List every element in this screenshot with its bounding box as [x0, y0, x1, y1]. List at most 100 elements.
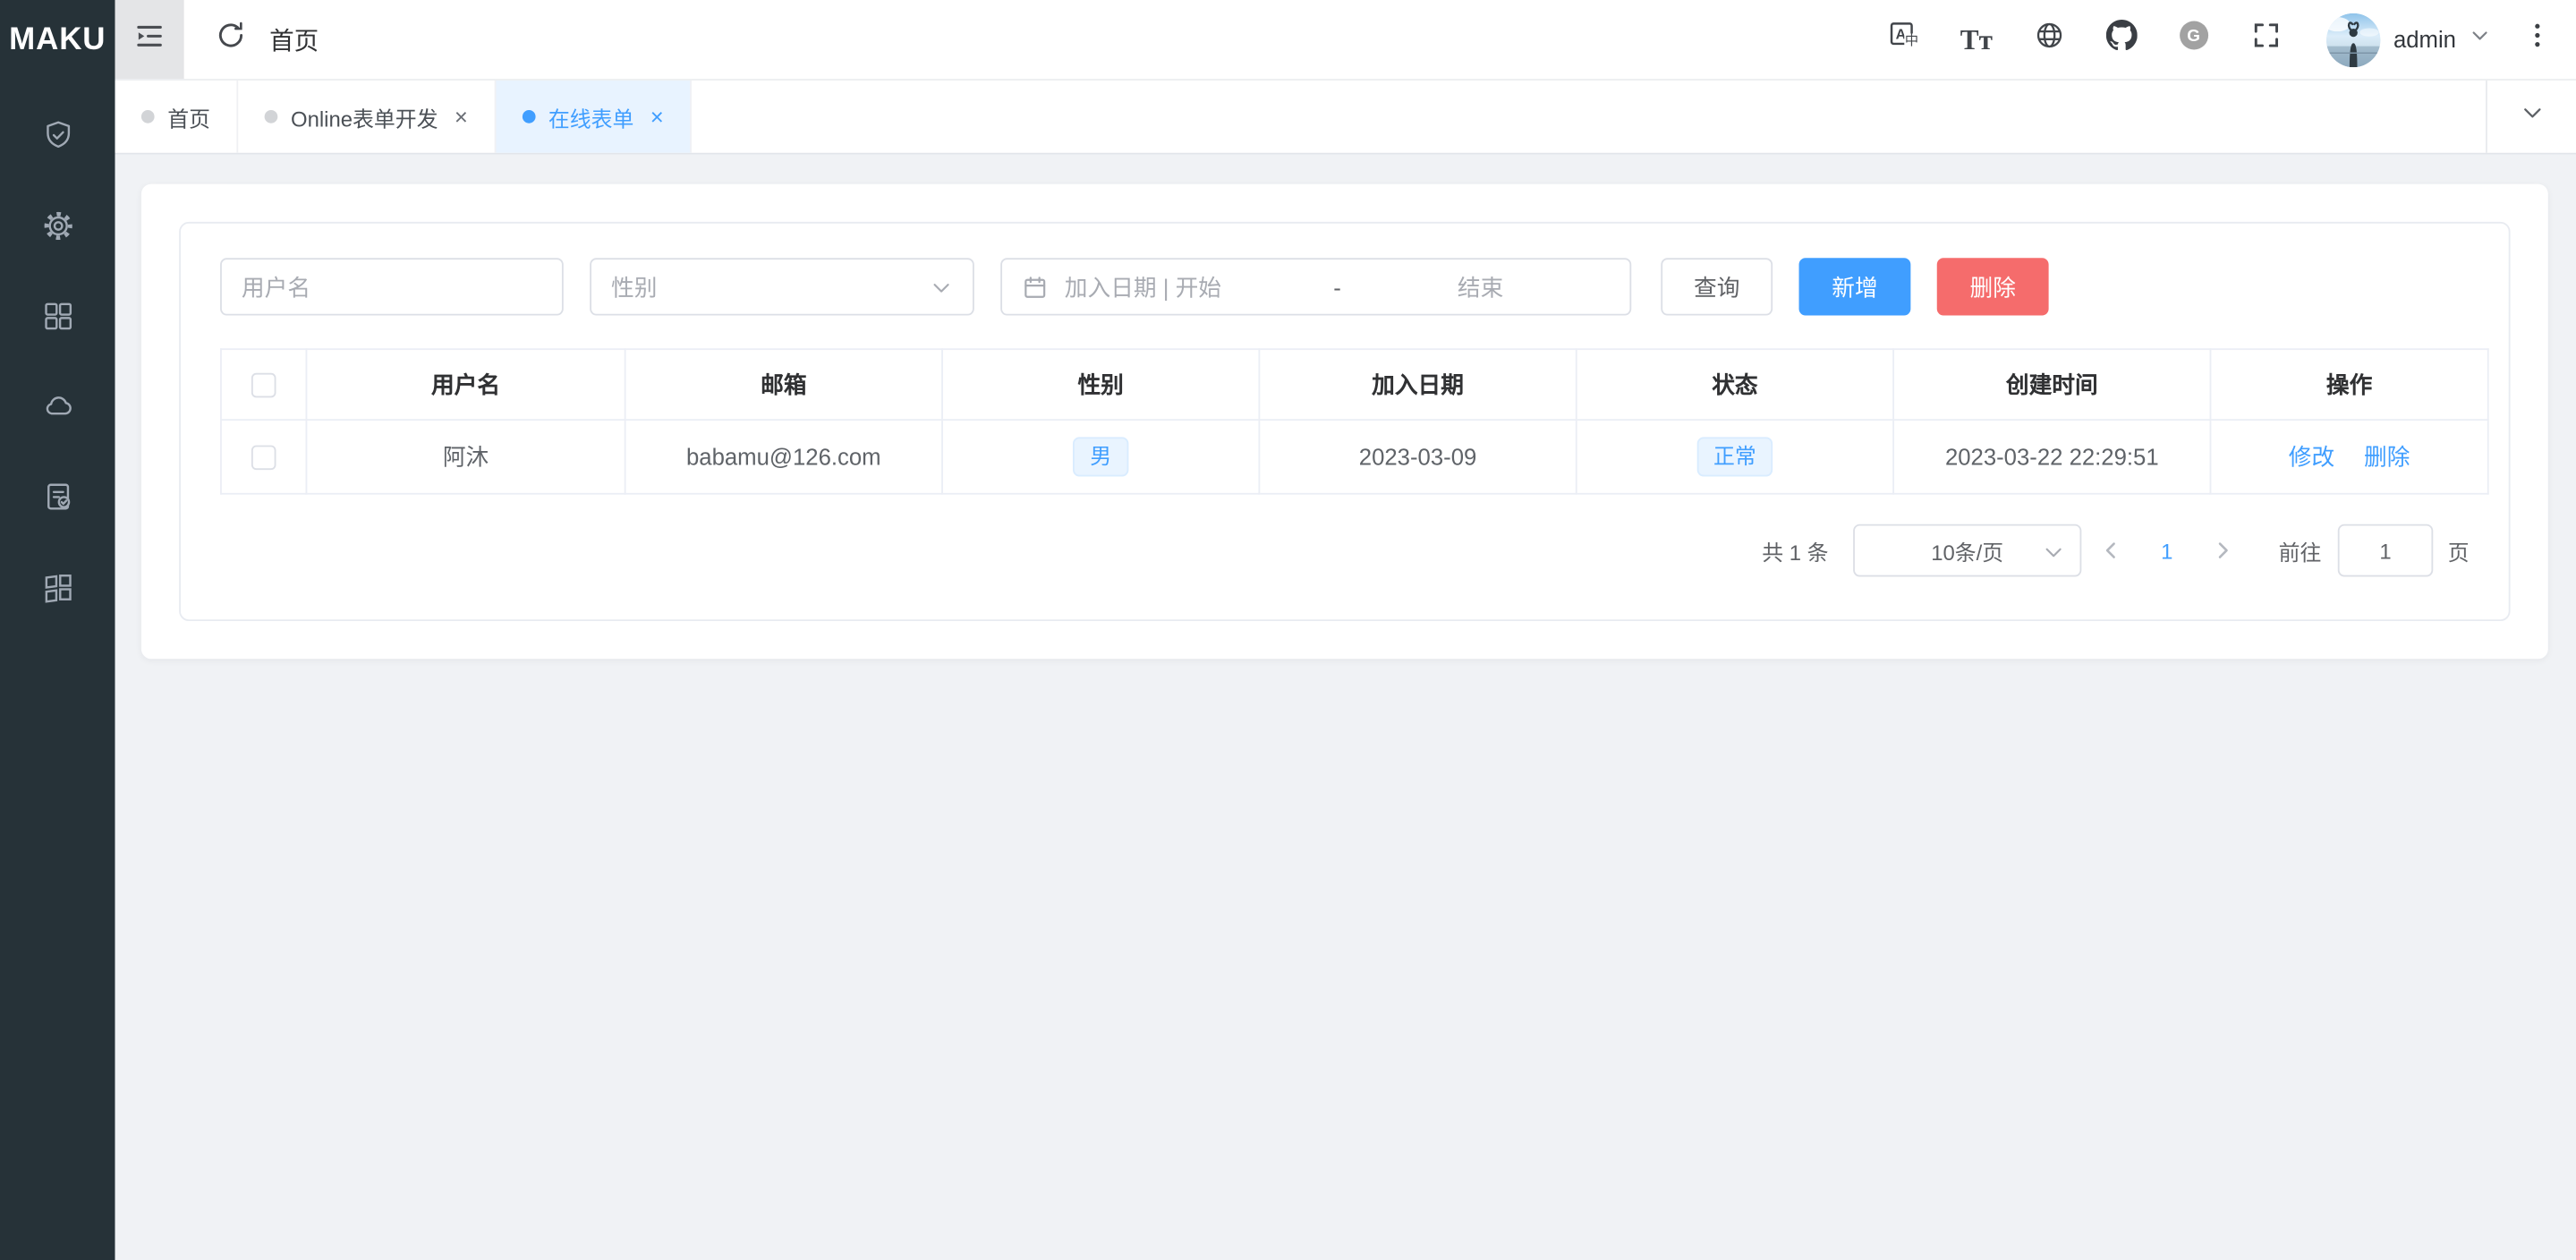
github-button[interactable]: [2106, 20, 2138, 59]
cell-username: 阿沐: [306, 420, 625, 494]
row-checkbox[interactable]: [251, 446, 276, 471]
topbar-actions: A 中 Tт: [1888, 13, 2576, 67]
goto-label: 前往: [2279, 535, 2322, 566]
column-header-actions: 操作: [2210, 349, 2487, 420]
gender-placeholder: 性别: [611, 270, 657, 303]
font-size-button[interactable]: Tт: [1960, 25, 1993, 53]
table-row: 阿沐 babamu@126.com 男 2023-03-09 正常 2023-0…: [221, 420, 2488, 494]
prev-page-button[interactable]: [2081, 539, 2140, 562]
sidebar-item-layout[interactable]: [0, 546, 115, 636]
date-separator: -: [1323, 274, 1351, 300]
sidebar-toggle-button[interactable]: [115, 0, 184, 79]
layout-grid-icon: [40, 569, 75, 612]
avatar: [2326, 13, 2381, 67]
username-input[interactable]: [220, 258, 564, 315]
sidebar: MAKU: [0, 0, 115, 1260]
column-header-gender: 性别: [942, 349, 1259, 420]
translate-icon: A 中: [1888, 20, 1919, 59]
tab-home[interactable]: 首页: [115, 81, 239, 153]
chevron-down-icon: [2470, 25, 2491, 55]
delete-button[interactable]: 删除: [1937, 258, 2049, 315]
sidebar-item-cloud[interactable]: [0, 365, 115, 455]
add-button[interactable]: 新增: [1799, 258, 1911, 315]
sidebar-item-apps[interactable]: [0, 275, 115, 365]
cell-created-at: 2023-03-22 22:29:51: [1893, 420, 2210, 494]
gender-select[interactable]: 性别: [590, 258, 974, 315]
inner-card: 性别 加入日期 | 开始 - 结束: [179, 222, 2510, 621]
tabbar-spacer: [692, 81, 2486, 153]
column-header-join-date: 加入日期: [1259, 349, 1576, 420]
github-icon: [2106, 20, 2138, 59]
refresh-icon: [215, 20, 246, 59]
translate-button[interactable]: A 中: [1888, 20, 1919, 59]
breadcrumb: 首页: [269, 22, 319, 57]
chevron-left-icon: [2099, 539, 2122, 562]
page-number[interactable]: 1: [2140, 538, 2193, 563]
date-start-placeholder: 加入日期 | 开始: [1065, 270, 1324, 303]
chevron-down-icon: [2042, 541, 2065, 564]
page-size-select[interactable]: 10条/页: [1853, 524, 2081, 577]
edit-link[interactable]: 修改: [2289, 444, 2334, 470]
gitee-icon: G: [2178, 20, 2209, 59]
topbar: 首页 A 中 Tт: [115, 0, 2576, 81]
apps-grid-icon: [40, 298, 75, 341]
refresh-button[interactable]: [204, 13, 257, 66]
close-icon[interactable]: ×: [455, 106, 468, 129]
chevron-right-icon: [2211, 539, 2234, 562]
content-area: 性别 加入日期 | 开始 - 结束: [115, 155, 2576, 1260]
sidebar-item-security[interactable]: [0, 94, 115, 184]
page-unit-label: 页: [2448, 535, 2470, 566]
column-header-username: 用户名: [306, 349, 625, 420]
table-header-row: 用户名 邮箱 性别 加入日期 状态 创建时间 操作: [221, 349, 2488, 420]
unfold-menu-icon: [133, 19, 166, 60]
status-badge: 正常: [1697, 438, 1773, 476]
gitee-button[interactable]: G: [2178, 20, 2209, 59]
date-end-placeholder: 结束: [1351, 270, 1611, 303]
main-column: 首页 A 中 Tт: [115, 0, 2576, 1260]
search-button[interactable]: 查询: [1661, 258, 1773, 315]
tab-label: Online表单开发: [291, 101, 438, 132]
goto-page-input[interactable]: [2338, 524, 2433, 577]
fullscreen-button[interactable]: [2250, 20, 2282, 59]
tab-dot-icon: [141, 110, 155, 123]
tab-online-form-dev[interactable]: Online表单开发 ×: [238, 81, 496, 153]
settings-icon: [40, 208, 75, 251]
svg-text:G: G: [2187, 27, 2200, 46]
sidebar-item-forms[interactable]: [0, 455, 115, 546]
username-label: admin: [2393, 26, 2456, 52]
sidebar-item-settings[interactable]: [0, 184, 115, 275]
chevron-down-icon: [930, 276, 953, 299]
delete-link[interactable]: 删除: [2364, 444, 2410, 470]
font-size-icon: Tт: [1960, 25, 1993, 53]
gender-badge: 男: [1074, 438, 1128, 476]
page-size-label: 10条/页: [1931, 535, 2003, 566]
tab-online-form[interactable]: 在线表单 ×: [496, 81, 692, 153]
column-header-email: 邮箱: [625, 349, 942, 420]
language-button[interactable]: [2034, 20, 2065, 59]
sidebar-nav: [0, 81, 115, 636]
cell-join-date: 2023-03-09: [1259, 420, 1576, 494]
user-menu[interactable]: admin: [2326, 13, 2491, 67]
app-root: MAKU: [0, 0, 2576, 1260]
select-all-checkbox[interactable]: [251, 374, 276, 399]
close-icon[interactable]: ×: [650, 106, 664, 129]
tab-bar: 首页 Online表单开发 × 在线表单 ×: [115, 81, 2576, 155]
svg-text:中: 中: [1905, 33, 1918, 48]
pagination-total: 共 1 条: [1762, 535, 1828, 566]
tab-dot-icon: [265, 110, 278, 123]
cloud-icon: [40, 388, 75, 431]
pagination: 共 1 条 10条/页 1: [220, 524, 2470, 577]
more-dots-icon: [2521, 20, 2553, 59]
join-date-range-picker[interactable]: 加入日期 | 开始 - 结束: [1000, 258, 1631, 315]
tab-dot-icon: [523, 110, 536, 123]
filter-bar: 性别 加入日期 | 开始 - 结束: [220, 258, 2470, 315]
tab-dropdown-button[interactable]: [2486, 81, 2576, 153]
calendar-icon: [1022, 274, 1048, 300]
next-page-button[interactable]: [2193, 539, 2252, 562]
globe-icon: [2034, 20, 2065, 59]
brand-logo: MAKU: [0, 0, 115, 81]
cell-email: babamu@126.com: [625, 420, 942, 494]
shield-check-icon: [40, 117, 75, 160]
more-menu-button[interactable]: [2521, 20, 2553, 59]
form-check-icon: [40, 479, 75, 522]
